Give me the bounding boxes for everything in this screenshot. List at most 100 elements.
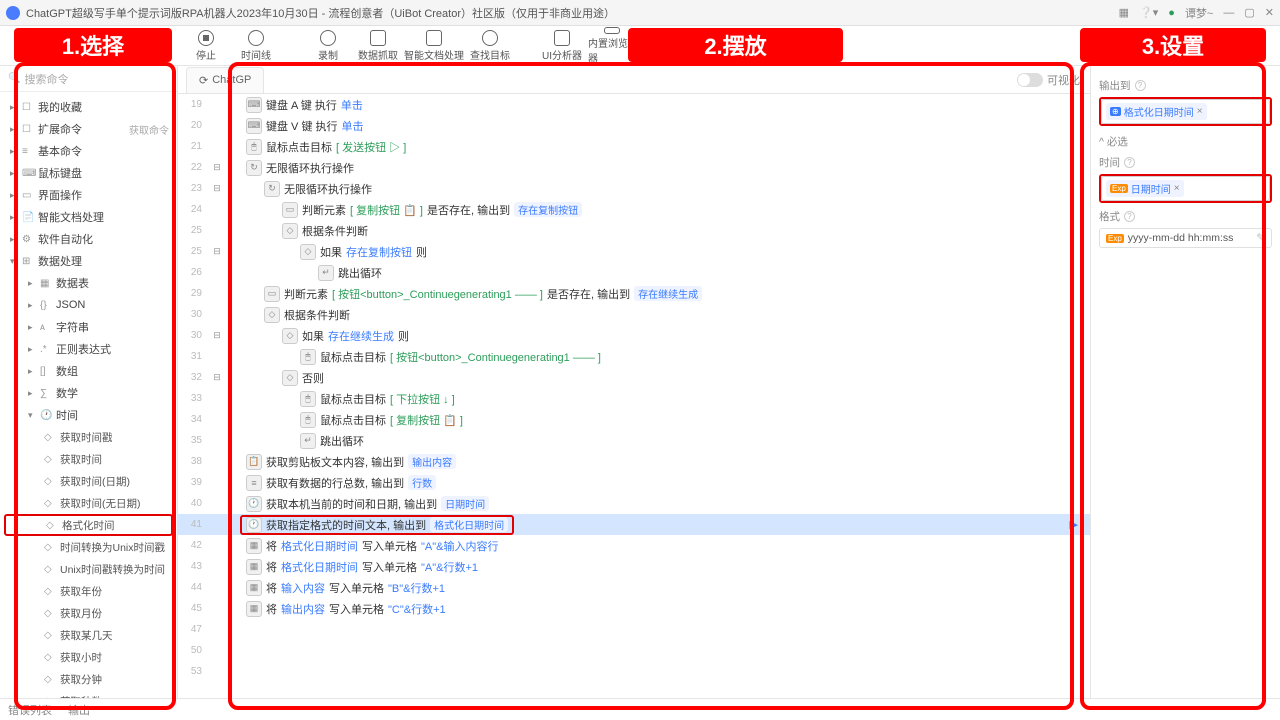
tree-time-days[interactable]: ◇获取某几天 (0, 624, 177, 646)
tree-time-nodate[interactable]: ◇获取时间(无日期) (0, 492, 177, 514)
tree-data-array[interactable]: ▸[]数组 (0, 360, 177, 382)
required-label: ^ 必选 (1099, 134, 1272, 149)
tree-time-date[interactable]: ◇获取时间(日期) (0, 470, 177, 492)
maximize-button[interactable]: ▢ (1244, 6, 1254, 19)
tree-base[interactable]: ▸≡基本命令 (0, 140, 177, 162)
tree-time-year[interactable]: ◇获取年份 (0, 580, 177, 602)
status-bar: 错误列表 输出 (0, 698, 1280, 720)
click-icon: 🖱 (300, 412, 316, 428)
ui-analyzer-label: UI分析器 (542, 47, 582, 62)
switch-icon[interactable] (1017, 73, 1043, 87)
command-tree: ▸☐我的收藏 ▸☐扩展命令获取命令 ▸≡基本命令 ▸⌨鼠标键盘 ▸▭界面操作 ▸… (0, 92, 177, 698)
editor-panel: ⟳ ChatGP 可视化 19⌨键盘 A 键 执行 单击 20⌨键盘 V 键 执… (178, 66, 1090, 698)
tree-data-table[interactable]: ▸▦数据表 (0, 272, 177, 294)
annotation-1: 1.选择 (14, 28, 172, 62)
write-cell-icon: ▦ (246, 580, 262, 596)
selected-line: 41🕐获取指定格式的时间文本, 输出到 格式化日期时间▶ (178, 514, 1090, 535)
capture-button[interactable]: 数据抓取 (354, 27, 402, 65)
time-label: 时间? (1099, 155, 1272, 170)
help-icon: ? (1135, 80, 1146, 91)
tree-data-math[interactable]: ▸∑数学 (0, 382, 177, 404)
visual-toggle-label: 可视化 (1047, 72, 1080, 88)
time-icon: 🕐 (246, 496, 262, 512)
element-icon: ▭ (264, 286, 280, 302)
tree-mouse-kb[interactable]: ▸⌨鼠标键盘 (0, 162, 177, 184)
window-title: ChatGPT超级写手单个提示词版RPA机器人2023年10月30日 - 流程创… (26, 5, 615, 21)
timeline-label: 时间线 (241, 47, 271, 62)
ui-analyzer-button[interactable]: UI分析器 (538, 27, 586, 65)
break-icon: ↵ (318, 265, 334, 281)
var-tag-icon: ⊕ (1110, 107, 1121, 116)
error-list-tab[interactable]: 错误列表 (8, 702, 52, 718)
keyboard-icon: ⌨ (246, 118, 262, 134)
tree-doc[interactable]: ▸📄智能文档处理 (0, 206, 177, 228)
help-icon: ? (1124, 157, 1135, 168)
if-icon: ◇ (282, 328, 298, 344)
run-line-icon[interactable]: ▶ (1070, 518, 1078, 531)
stop-label: 停止 (196, 47, 216, 62)
tree-time-timestamp[interactable]: ◇获取时间戳 (0, 426, 177, 448)
search-input[interactable]: 搜索命令 (0, 66, 177, 92)
tree-data-string[interactable]: ▸ᴀ字符串 (0, 316, 177, 338)
output-field[interactable]: ⊕格式化日期时间× ▾ (1099, 97, 1272, 126)
tree-data-regex[interactable]: ▸.*正则表达式 (0, 338, 177, 360)
capture-label: 数据抓取 (358, 47, 398, 62)
format-label: 格式? (1099, 209, 1272, 224)
grid-icon[interactable]: ▦ (1119, 6, 1129, 19)
loop-icon: ↻ (264, 181, 280, 197)
timeline-button[interactable]: 时间线 (232, 27, 280, 65)
get-command-link[interactable]: 获取命令 (129, 122, 169, 137)
help-icon: ? (1124, 211, 1135, 222)
tree-extensions[interactable]: ▸☐扩展命令获取命令 (0, 118, 177, 140)
user-status-icon[interactable]: ● (1168, 7, 1175, 19)
user-menu[interactable]: 谭梦~ (1185, 5, 1213, 21)
record-label: 录制 (318, 47, 338, 62)
tree-time-month[interactable]: ◇获取月份 (0, 602, 177, 624)
condition-icon: ◇ (282, 223, 298, 239)
tree-data-time[interactable]: ▾🕐时间 (0, 404, 177, 426)
stop-button[interactable]: 停止 (182, 27, 230, 65)
break-icon: ↵ (300, 433, 316, 449)
format-time-icon: 🕐 (246, 517, 262, 533)
tree-time-hour[interactable]: ◇获取小时 (0, 646, 177, 668)
condition-icon: ◇ (264, 307, 280, 323)
exp-tag-icon: Exp (1110, 184, 1128, 193)
tree-auto[interactable]: ▸⚙软件自动化 (0, 228, 177, 250)
minimize-button[interactable]: — (1223, 7, 1234, 19)
tree-time-second[interactable]: ◇获取秒数 (0, 690, 177, 698)
visual-toggle[interactable]: 可视化 (1017, 72, 1080, 88)
editor-tabs: ⟳ ChatGP 可视化 (178, 66, 1090, 94)
edit-icon[interactable]: ✎ (1256, 232, 1265, 244)
write-cell-icon: ▦ (246, 538, 262, 554)
help-icon[interactable]: ❔▾ (1139, 6, 1158, 19)
format-field[interactable]: Expyyyy-mm-dd hh:mm:ss ✎ (1099, 228, 1272, 248)
time-field[interactable]: Exp日期时间× ▾ (1099, 174, 1272, 203)
clipboard-icon: 📋 (246, 454, 262, 470)
tree-time-get[interactable]: ◇获取时间 (0, 448, 177, 470)
tree-data[interactable]: ▾⊞数据处理 (0, 250, 177, 272)
click-icon: 🖱 (300, 391, 316, 407)
loop-icon: ↻ (246, 160, 262, 176)
tree-time-from-unix[interactable]: ◇Unix时间戳转换为时间 (0, 558, 177, 580)
properties-panel: 输出到? ⊕格式化日期时间× ▾ ^ 必选 时间? Exp日期时间× ▾ 格式?… (1090, 66, 1280, 698)
close-button[interactable]: ✕ (1265, 6, 1274, 19)
tree-data-json[interactable]: ▸{}JSON (0, 294, 177, 316)
annotation-2: 2.摆放 (628, 28, 843, 62)
tree-favorites[interactable]: ▸☐我的收藏 (0, 96, 177, 118)
tree-time-minute[interactable]: ◇获取分钟 (0, 668, 177, 690)
code-editor[interactable]: 19⌨键盘 A 键 执行 单击 20⌨键盘 V 键 执行 单击 21🖱鼠标点击目… (178, 94, 1090, 698)
smart-doc-button[interactable]: 智能文档处理 (404, 27, 464, 65)
tree-time-to-unix[interactable]: ◇时间转换为Unix时间戳 (0, 536, 177, 558)
output-tab[interactable]: 输出 (68, 702, 90, 718)
click-icon: 🖱 (300, 349, 316, 365)
command-sidebar: 搜索命令 ▸☐我的收藏 ▸☐扩展命令获取命令 ▸≡基本命令 ▸⌨鼠标键盘 ▸▭界… (0, 66, 178, 698)
else-icon: ◇ (282, 370, 298, 386)
record-button[interactable]: 录制 (304, 27, 352, 65)
exp-tag-icon: Exp (1106, 234, 1124, 243)
window-controls: ▦ ❔▾ ● 谭梦~ — ▢ ✕ (1119, 5, 1274, 21)
tree-ui-op[interactable]: ▸▭界面操作 (0, 184, 177, 206)
find-target-label: 查找目标 (470, 47, 510, 62)
tree-time-format[interactable]: ◇格式化时间 (4, 514, 173, 536)
tab-chatgp[interactable]: ⟳ ChatGP (186, 67, 264, 93)
find-target-button[interactable]: 查找目标 (466, 27, 514, 65)
